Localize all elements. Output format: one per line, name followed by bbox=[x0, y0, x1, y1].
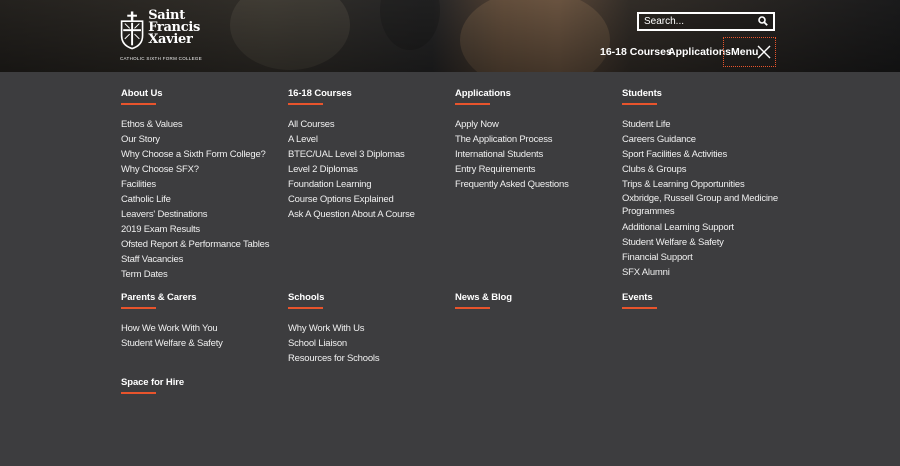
menu-heading-schools[interactable]: Schools bbox=[288, 292, 379, 303]
menu-item[interactable]: Why Work With Us bbox=[288, 321, 379, 336]
menu-item[interactable]: Student Welfare & Safety bbox=[622, 235, 787, 250]
heading-underline bbox=[455, 103, 490, 105]
heading-underline bbox=[121, 103, 156, 105]
heading-underline bbox=[288, 103, 323, 105]
menu-item[interactable]: Ask A Question About A Course bbox=[288, 207, 415, 222]
menu-heading-students[interactable]: Students bbox=[622, 88, 787, 99]
menu-item[interactable]: Why Choose a Sixth Form College? bbox=[121, 147, 269, 162]
menu-item[interactable]: BTEC/UAL Level 3 Diplomas bbox=[288, 147, 415, 162]
menu-section-about: About Us Ethos & Values Our Story Why Ch… bbox=[121, 88, 269, 282]
menu-item[interactable]: Student Welfare & Safety bbox=[121, 336, 223, 351]
menu-item[interactable]: SFX Alumni bbox=[622, 265, 787, 280]
menu-list-students: Student Life Careers Guidance Sport Faci… bbox=[622, 117, 787, 280]
menu-item[interactable]: How We Work With You bbox=[121, 321, 223, 336]
menu-section-students: Students Student Life Careers Guidance S… bbox=[622, 88, 787, 280]
menu-item[interactable]: All Courses bbox=[288, 117, 415, 132]
close-icon bbox=[757, 45, 771, 59]
menu-item[interactable]: Level 2 Diplomas bbox=[288, 162, 415, 177]
heading-underline bbox=[288, 307, 323, 309]
menu-item[interactable]: Apply Now bbox=[455, 117, 569, 132]
menu-list-parents: How We Work With You Student Welfare & S… bbox=[121, 321, 223, 351]
menu-item[interactable]: School Liaison bbox=[288, 336, 379, 351]
menu-item[interactable]: Entry Requirements bbox=[455, 162, 569, 177]
menu-item[interactable]: Sport Facilities & Activities bbox=[622, 147, 787, 162]
menu-heading-about[interactable]: About Us bbox=[121, 88, 269, 99]
menu-item[interactable]: Facilities bbox=[121, 177, 269, 192]
menu-label: Menu bbox=[731, 46, 759, 58]
menu-list-about: Ethos & Values Our Story Why Choose a Si… bbox=[121, 117, 269, 282]
heading-underline bbox=[622, 307, 657, 309]
menu-list-schools: Why Work With Us School Liaison Resource… bbox=[288, 321, 380, 366]
menu-item[interactable]: Clubs & Groups bbox=[622, 162, 787, 177]
logo-line-3: Xavier bbox=[148, 32, 193, 47]
menu-toggle-button[interactable]: Menu bbox=[723, 37, 776, 67]
menu-item[interactable]: The Application Process bbox=[455, 132, 569, 147]
menu-section-news: News & Blog bbox=[455, 292, 512, 309]
menu-heading-parents[interactable]: Parents & Carers bbox=[121, 292, 223, 303]
logo-wordmark: Saint Francis Xavier bbox=[148, 9, 200, 47]
menu-heading-applications[interactable]: Applications bbox=[455, 88, 569, 99]
menu-heading-news[interactable]: News & Blog bbox=[455, 292, 512, 303]
menu-heading-courses[interactable]: 16-18 Courses bbox=[288, 88, 415, 99]
search-input[interactable] bbox=[639, 14, 749, 29]
nav-link-applications[interactable]: Applications bbox=[668, 46, 731, 58]
menu-item[interactable]: Financial Support bbox=[622, 250, 787, 265]
college-logo[interactable]: Saint Francis Xavier CATHOLIC SIXTH FORM… bbox=[120, 7, 203, 63]
menu-item[interactable]: Course Options Explained bbox=[288, 192, 415, 207]
menu-item[interactable]: Oxbridge, Russell Group and Medicine Pro… bbox=[622, 192, 787, 218]
heading-underline bbox=[455, 307, 490, 309]
menu-item[interactable]: Careers Guidance bbox=[622, 132, 787, 147]
menu-item[interactable]: Additional Learning Support bbox=[622, 220, 787, 235]
menu-item[interactable]: A Level bbox=[288, 132, 415, 147]
shield-logo-icon bbox=[120, 11, 144, 50]
menu-item[interactable]: Staff Vacancies bbox=[121, 252, 269, 267]
menu-item[interactable]: Our Story bbox=[121, 132, 269, 147]
menu-list-applications: Apply Now The Application Process Intern… bbox=[455, 117, 569, 192]
menu-item[interactable]: Trips & Learning Opportunities bbox=[622, 177, 787, 192]
menu-item[interactable]: International Students bbox=[455, 147, 569, 162]
menu-heading-space[interactable]: Space for Hire bbox=[121, 377, 184, 388]
menu-item[interactable]: Ofsted Report & Performance Tables bbox=[121, 237, 269, 252]
menu-section-parents: Parents & Carers How We Work With You St… bbox=[121, 292, 223, 351]
nav-link-courses[interactable]: 16-18 Courses bbox=[600, 46, 672, 58]
menu-section-applications: Applications Apply Now The Application P… bbox=[455, 88, 569, 192]
menu-item[interactable]: Why Choose SFX? bbox=[121, 162, 269, 177]
menu-list-courses: All Courses A Level BTEC/UAL Level 3 Dip… bbox=[288, 117, 415, 222]
menu-section-space: Space for Hire bbox=[121, 377, 184, 394]
menu-item[interactable]: Catholic Life bbox=[121, 192, 269, 207]
menu-item[interactable]: Foundation Learning bbox=[288, 177, 415, 192]
menu-section-schools: Schools Why Work With Us School Liaison … bbox=[288, 292, 380, 366]
menu-item[interactable]: Ethos & Values bbox=[121, 117, 269, 132]
heading-underline bbox=[121, 392, 156, 394]
menu-heading-events[interactable]: Events bbox=[622, 292, 657, 303]
search-box bbox=[637, 12, 775, 31]
heading-underline bbox=[121, 307, 156, 309]
menu-item[interactable]: Resources for Schools bbox=[288, 351, 380, 366]
menu-section-events: Events bbox=[622, 292, 657, 309]
heading-underline bbox=[622, 103, 657, 105]
menu-item[interactable]: Frequently Asked Questions bbox=[455, 177, 569, 192]
site-header: Saint Francis Xavier CATHOLIC SIXTH FORM… bbox=[0, 0, 900, 72]
menu-item[interactable]: Leavers' Destinations bbox=[121, 207, 269, 222]
logo-subtitle: CATHOLIC SIXTH FORM COLLEGE bbox=[120, 56, 203, 61]
search-icon[interactable] bbox=[758, 16, 768, 26]
menu-item[interactable]: Term Dates bbox=[121, 267, 269, 282]
menu-item[interactable]: 2019 Exam Results bbox=[121, 222, 269, 237]
menu-section-courses: 16-18 Courses All Courses A Level BTEC/U… bbox=[288, 88, 415, 222]
menu-item[interactable]: Student Life bbox=[622, 117, 787, 132]
